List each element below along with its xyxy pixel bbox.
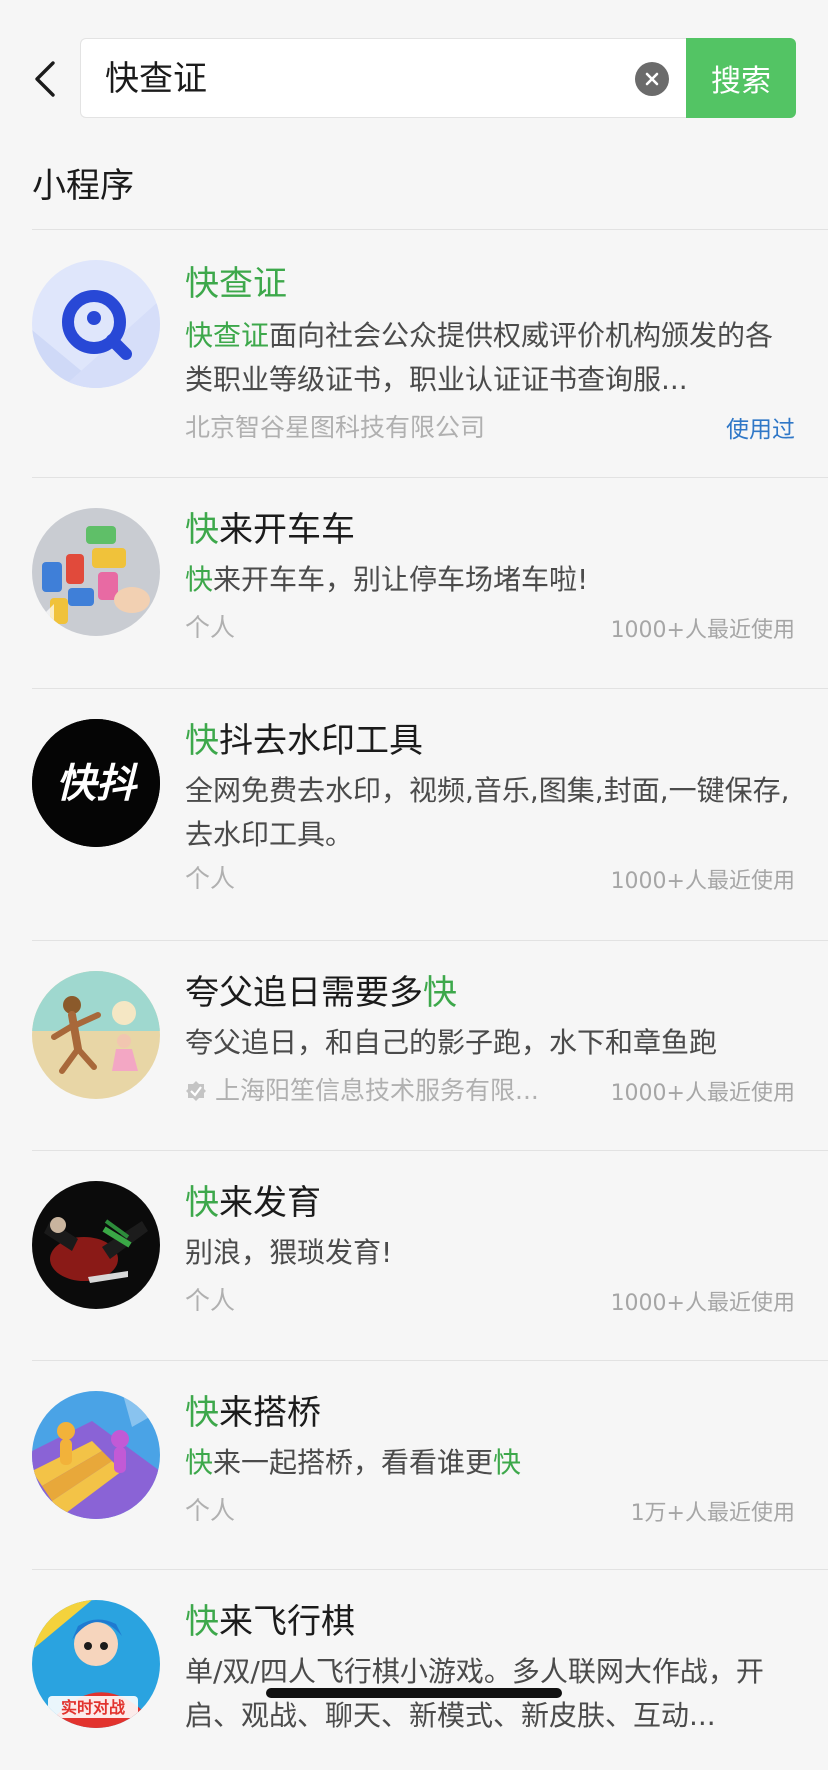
- owner-label: 北京智谷星图科技有限公司: [185, 413, 486, 442]
- owner-text: 上海阳笙信息技术服务有限...: [215, 1076, 539, 1105]
- result-item-kuafu[interactable]: 夸父追日需要多快 夸父追日，和自己的影子跑，水下和章鱼跑 上海阳笙信息技术服务有…: [0, 941, 828, 1151]
- desc-text: 来一起搭桥，看看谁更: [213, 1446, 494, 1479]
- title-highlight: 快: [185, 510, 219, 550]
- search-button[interactable]: 搜索: [686, 38, 796, 118]
- search-query[interactable]: 快查证: [105, 39, 207, 119]
- result-description: 全网免费去水印，视频,音乐,图集,封面,一键保存,去水印工具。: [185, 769, 795, 857]
- result-title: 快来开车车: [185, 508, 355, 552]
- result-description: 快查证面向社会公众提供权威评价机构颁发的各类职业等级证书，职业认证证书查询服..…: [185, 314, 795, 402]
- title-text: 来搭桥: [219, 1393, 321, 1433]
- desc-text: 面向社会公众提供权威评价机构颁发的各类职业等级证书，职业认证证书查询服...: [185, 319, 774, 396]
- back-button[interactable]: [24, 54, 64, 104]
- magnifier-logo-icon: [32, 260, 160, 388]
- result-title: 快抖去水印工具: [185, 719, 423, 763]
- svg-text:实时对战: 实时对战: [61, 1698, 125, 1717]
- battle-game-icon: [32, 1181, 160, 1309]
- owner-label: 个人: [185, 864, 236, 893]
- verified-badge-icon: [186, 1081, 206, 1101]
- result-title: 快来发育: [185, 1181, 321, 1225]
- kuaidou-logo-icon: 快抖: [32, 719, 160, 847]
- section-title: 小程序: [32, 166, 134, 206]
- result-title: 快查证: [185, 262, 287, 306]
- running-figure-icon: [32, 971, 160, 1099]
- result-item-kuaichazheng[interactable]: 快查证 快查证面向社会公众提供权威评价机构颁发的各类职业等级证书，职业认证证书查…: [0, 230, 828, 478]
- chevron-left-icon: [35, 61, 55, 97]
- owner-label: 个人: [185, 1496, 236, 1525]
- desc-text: 全网免费去水印，视频,音乐,图集,封面,一键保存,去水印工具。: [185, 774, 790, 851]
- desc-text: 夸父追日，和自己的影子跑，水下和章鱼跑: [185, 1026, 718, 1059]
- result-list: 快查证 快查证面向社会公众提供权威评价机构颁发的各类职业等级证书，职业认证证书查…: [0, 230, 828, 1770]
- result-description: 快来开车车，别让停车场堵车啦!: [185, 558, 795, 602]
- result-description: 别浪，猥琐发育!: [185, 1231, 795, 1275]
- desc-text: 别浪，猥琐发育!: [185, 1236, 393, 1269]
- close-icon: [645, 72, 659, 86]
- result-description: 快来一起搭桥，看看谁更快: [185, 1441, 795, 1485]
- title-highlight: 快: [185, 721, 219, 761]
- title-highlight: 快: [185, 1602, 219, 1642]
- svg-text:快抖: 快抖: [56, 761, 138, 807]
- bridge-runner-icon: [32, 1391, 160, 1519]
- title-highlight: 快: [185, 1393, 219, 1433]
- title-text: 抖去水印工具: [219, 721, 423, 761]
- owner-label: 个人: [185, 1286, 236, 1315]
- result-item-kuailaidaqiao[interactable]: 快来搭桥 快来一起搭桥，看看谁更快 个人 1万+人最近使用: [0, 1361, 828, 1570]
- result-item-kuailaifeixingqi[interactable]: 实时对战 快来飞行棋 单/双/四人飞行棋小游戏。多人联网大作战，开启、观战、聊天…: [0, 1570, 828, 1770]
- result-item-kuailaikaichechhe[interactable]: 快来开车车 快来开车车，别让停车场堵车啦! 个人 1000+人最近使用: [0, 478, 828, 689]
- result-description: 夸父追日，和自己的影子跑，水下和章鱼跑: [185, 1021, 795, 1065]
- search-input[interactable]: 快查证: [80, 38, 686, 118]
- ludo-game-icon: 实时对战: [32, 1600, 160, 1728]
- result-item-kuaidou[interactable]: 快抖 快抖去水印工具 全网免费去水印，视频,音乐,图集,封面,一键保存,去水印工…: [0, 689, 828, 941]
- parking-lot-game-icon: [32, 508, 160, 636]
- result-title: 快来搭桥: [185, 1391, 321, 1435]
- usage-count: 1000+人最近使用: [610, 869, 795, 894]
- clear-search-button[interactable]: [635, 62, 669, 96]
- desc-highlight: 快查证: [185, 319, 270, 352]
- title-text: 来开车车: [219, 510, 355, 550]
- desc-text: 来开车车，别让停车场堵车啦!: [213, 563, 589, 596]
- desc-highlight: 快: [185, 563, 214, 596]
- title-text: 夸父追日需要多: [185, 973, 423, 1013]
- search-header: 快查证 搜索: [0, 0, 828, 140]
- result-item-kuailaifayu[interactable]: 快来发育 别浪，猥琐发育! 个人 1000+人最近使用: [0, 1151, 828, 1361]
- title-highlight: 快: [185, 1183, 219, 1223]
- usage-count: 1000+人最近使用: [610, 618, 795, 643]
- title-text: 来飞行棋: [219, 1602, 355, 1642]
- used-badge: 使用过: [726, 417, 795, 443]
- usage-count: 1000+人最近使用: [610, 1081, 795, 1106]
- desc-highlight: 快: [185, 1446, 214, 1479]
- desc-highlight: 快: [493, 1446, 522, 1479]
- usage-count: 1000+人最近使用: [610, 1291, 795, 1316]
- owner-label: 上海阳笙信息技术服务有限...: [185, 1071, 539, 1107]
- title-highlight: 快查证: [185, 264, 287, 304]
- owner-label: 个人: [185, 613, 236, 642]
- result-title: 夸父追日需要多快: [185, 971, 457, 1015]
- usage-count: 1万+人最近使用: [630, 1501, 795, 1526]
- result-title: 快来飞行棋: [185, 1600, 355, 1644]
- title-highlight: 快: [423, 973, 457, 1013]
- title-text: 来发育: [219, 1183, 321, 1223]
- home-indicator[interactable]: [266, 1688, 562, 1698]
